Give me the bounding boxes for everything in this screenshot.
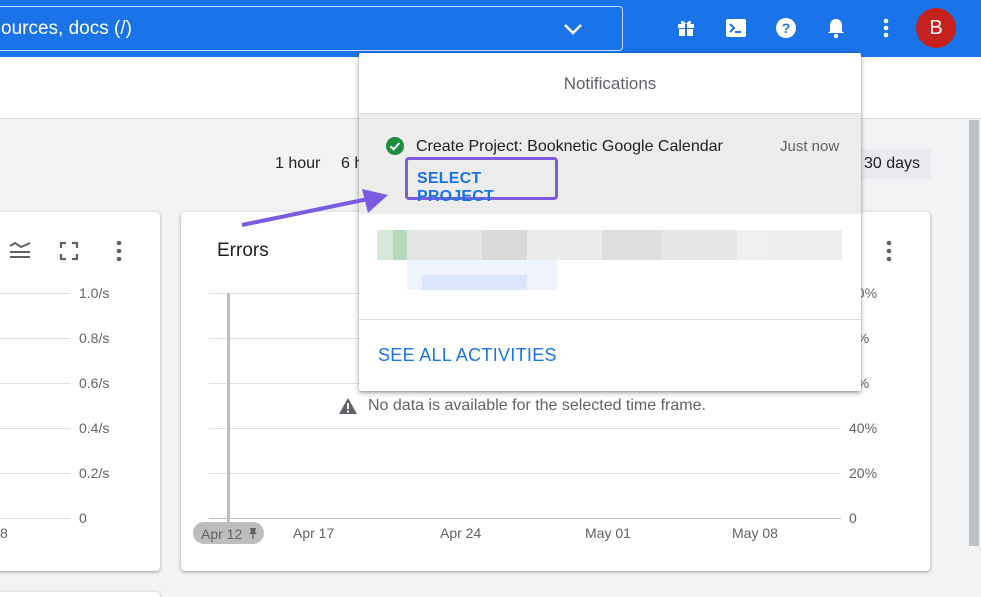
- search-input[interactable]: ources, docs (/): [1, 18, 132, 40]
- gift-icon[interactable]: [674, 16, 698, 40]
- gridline: [0, 518, 70, 519]
- scrollbar[interactable]: [968, 120, 981, 597]
- y-tick-label: 0.8/s: [79, 330, 110, 346]
- top-bar: ources, docs (/) ? B: [0, 0, 981, 57]
- gridline: [209, 473, 841, 474]
- x-axis-line: [209, 518, 841, 519]
- search-bar[interactable]: ources, docs (/): [0, 6, 623, 51]
- warning-icon: [339, 398, 357, 414]
- notification-timestamp: Just now: [780, 138, 840, 155]
- y-tick-label: 0.4/s: [79, 420, 110, 436]
- y-tick-label: 20%: [849, 465, 878, 481]
- annotation-arrow: [241, 189, 388, 227]
- scroll-thumb[interactable]: [969, 120, 979, 546]
- see-all-activities-link[interactable]: SEE ALL ACTIVITIES: [378, 345, 557, 366]
- x-tick-label: Apr 17: [293, 525, 335, 541]
- y-tick-label: 0.2/s: [79, 465, 110, 481]
- legend-toggle-icon[interactable]: [8, 241, 32, 261]
- pin-icon: [249, 528, 257, 539]
- gridline: [0, 428, 70, 429]
- fullscreen-icon[interactable]: [59, 241, 79, 261]
- more-vert-icon[interactable]: [874, 16, 898, 40]
- bell-icon[interactable]: [824, 16, 848, 40]
- x-tick-label: May 08: [732, 525, 778, 541]
- svg-text:?: ?: [782, 20, 791, 36]
- gridline: [209, 428, 841, 429]
- more-vert-icon[interactable]: [886, 240, 892, 262]
- cloud-shell-icon[interactable]: [724, 16, 748, 40]
- no-data-message: No data is available for the selected ti…: [338, 397, 706, 415]
- select-project-button[interactable]: SELECT PROJECT: [405, 157, 558, 205]
- gridline: [0, 473, 70, 474]
- y-tick-label: 0: [79, 510, 87, 526]
- notifications-title: Notifications: [563, 74, 657, 93]
- notifications-panel: Notifications Create Project: Booknetic …: [359, 53, 861, 391]
- x-tick-label: Apr 24: [440, 525, 482, 541]
- gridline: [0, 383, 70, 384]
- help-icon[interactable]: ?: [774, 16, 798, 40]
- y-tick-label: 40%: [849, 420, 878, 436]
- gridline: [0, 338, 70, 339]
- range-option-1-hour[interactable]: 1 hour: [275, 155, 320, 173]
- pinned-date-badge[interactable]: Apr 12: [193, 522, 264, 544]
- more-vert-icon[interactable]: [116, 240, 122, 262]
- y-tick-label: 1.0/s: [79, 285, 110, 301]
- x-tick-label: 8: [0, 525, 8, 541]
- pinned-time-marker: [227, 293, 230, 525]
- chevron-down-icon[interactable]: [561, 17, 585, 41]
- chart-card: [0, 592, 160, 597]
- errors-card-title: Errors: [217, 240, 269, 261]
- gridline: [0, 293, 70, 294]
- check-circle-icon: [386, 137, 404, 155]
- notification-title: Create Project: Booknetic Google Calenda…: [416, 138, 723, 155]
- range-option-30-days[interactable]: 30 days: [852, 149, 931, 179]
- x-tick-label: May 01: [585, 525, 631, 541]
- y-tick-label: 0: [849, 510, 857, 526]
- y-tick-label: 0.6/s: [79, 375, 110, 391]
- divider: [359, 319, 861, 320]
- avatar[interactable]: B: [916, 8, 956, 48]
